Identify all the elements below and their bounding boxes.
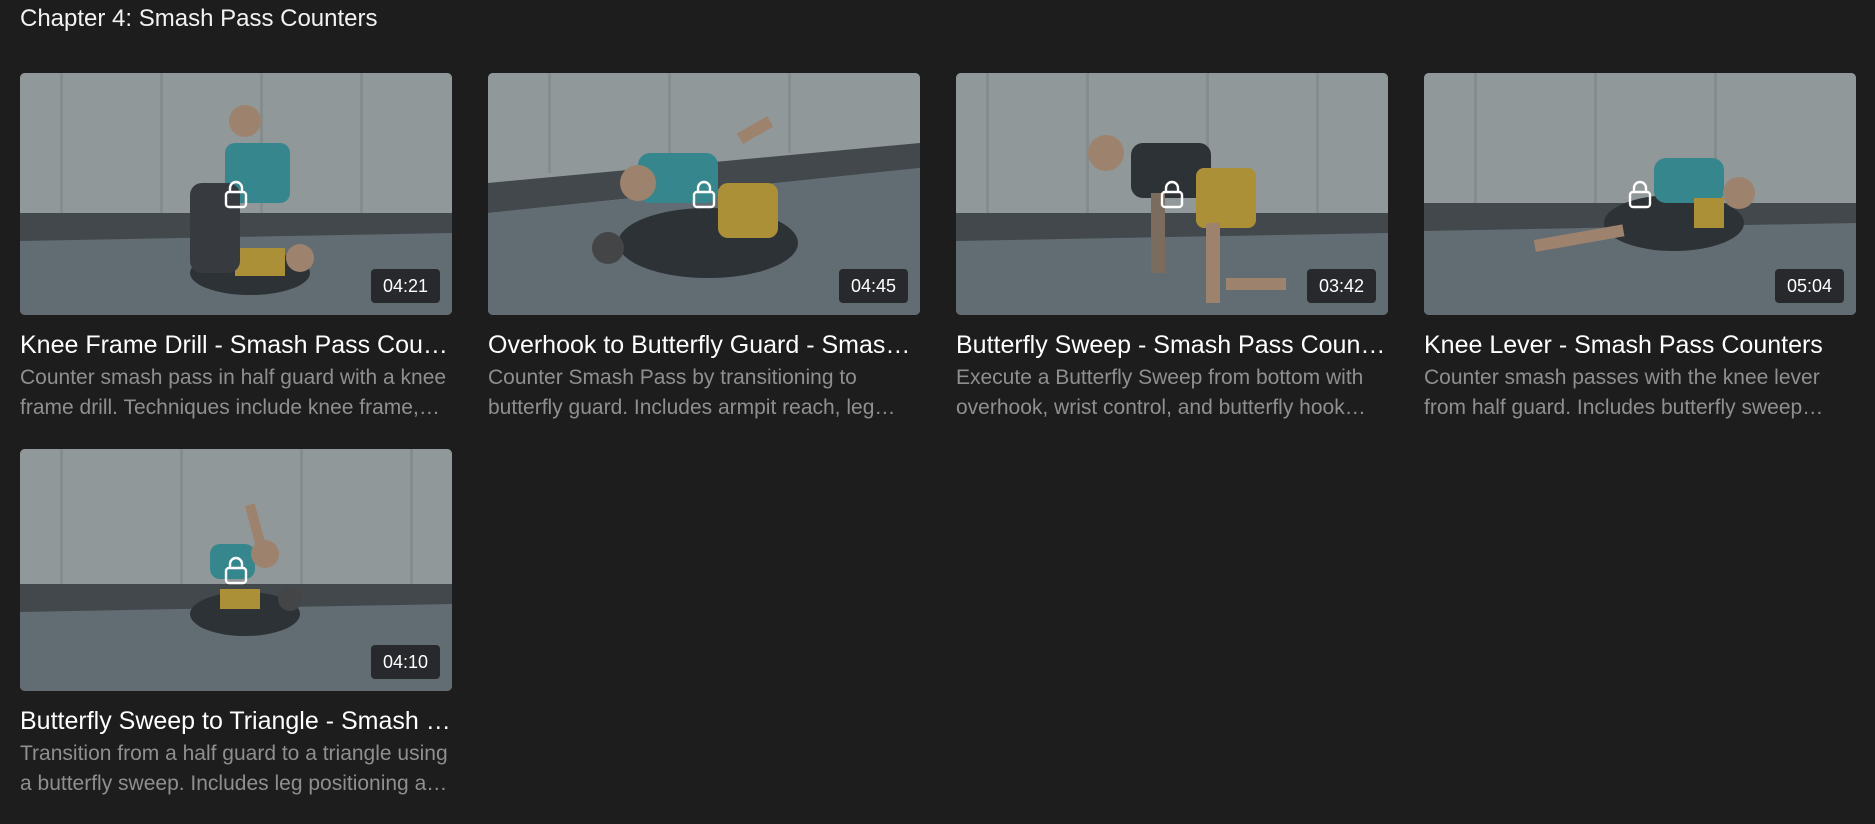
video-card[interactable]: 03:42 Butterfly Sweep - Smash Pass Count… [956, 73, 1388, 423]
duration-badge: 05:04 [1774, 269, 1844, 303]
video-card[interactable]: 05:04 Knee Lever - Smash Pass Counters C… [1424, 73, 1856, 423]
video-title[interactable]: Knee Lever - Smash Pass Counters [1424, 330, 1856, 360]
lock-icon [1160, 180, 1184, 209]
video-description: Execute a Butterfly Sweep from bottom wi… [956, 366, 1364, 419]
chapter-title: Chapter 4: Smash Pass Counters [20, 5, 378, 32]
duration-badge: 04:21 [370, 269, 440, 303]
video-card[interactable]: 04:21 Knee Frame Drill - Smash Pass Coun… [20, 73, 452, 423]
lock-icon [1628, 180, 1652, 209]
video-thumbnail[interactable]: 03:42 [956, 73, 1388, 315]
video-description: Counter smash passes with the knee lever… [1424, 366, 1820, 419]
video-title[interactable]: Butterfly Sweep - Smash Pass Counters [956, 330, 1388, 360]
video-thumbnail[interactable]: 04:45 [488, 73, 920, 315]
video-grid: 04:21 Knee Frame Drill - Smash Pass Coun… [20, 73, 1856, 799]
video-card[interactable]: 04:10 Butterfly Sweep to Triangle - Smas… [20, 449, 452, 799]
video-title[interactable]: Knee Frame Drill - Smash Pass Counters [20, 330, 452, 360]
chapter-page: Chapter 4: Smash Pass Counters 04:21 Kne… [0, 0, 1875, 824]
duration-badge: 04:45 [838, 269, 908, 303]
video-card[interactable]: 04:45 Overhook to Butterfly Guard - Smas… [488, 73, 920, 423]
video-description: Transition from a half guard to a triang… [20, 742, 450, 795]
lock-icon [224, 556, 248, 585]
video-description: Counter smash pass in half guard with a … [20, 366, 447, 419]
video-thumbnail[interactable]: 04:21 [20, 73, 452, 315]
duration-badge: 03:42 [1306, 269, 1376, 303]
video-thumbnail[interactable]: 05:04 [1424, 73, 1856, 315]
video-title[interactable]: Overhook to Butterfly Guard - Smash Pass… [488, 330, 920, 360]
video-title[interactable]: Butterfly Sweep to Triangle - Smash Pass… [20, 706, 452, 736]
lock-icon [692, 180, 716, 209]
lock-icon [224, 180, 248, 209]
video-description: Counter Smash Pass by transitioning to b… [488, 366, 875, 419]
duration-badge: 04:10 [370, 645, 440, 679]
video-thumbnail[interactable]: 04:10 [20, 449, 452, 691]
